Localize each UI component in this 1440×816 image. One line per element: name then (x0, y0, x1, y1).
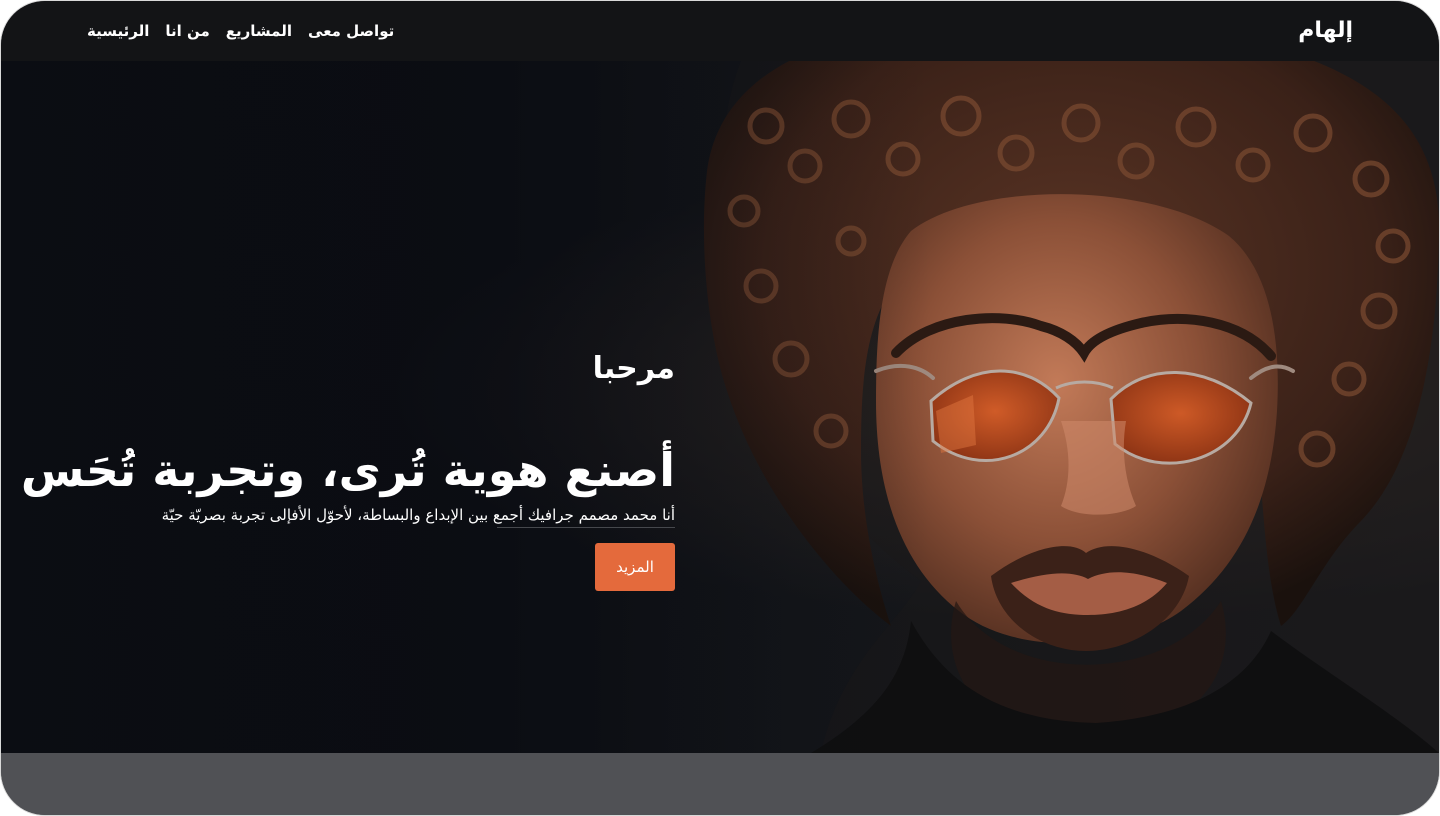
hero-headline: أصنع هوية تُرى، وتجربة تُحَس (20, 442, 675, 497)
nav-contact-link[interactable]: تواصل معى (308, 19, 394, 43)
hero-divider (497, 527, 675, 528)
portrait-photo-icon (1, 61, 1439, 753)
nav-projects-link[interactable]: المشاريع (226, 19, 292, 43)
site-logo-text[interactable]: إلهام (1298, 15, 1353, 47)
nav-home-link[interactable]: الرئيسية (87, 19, 149, 43)
site-header: إلهام الرئيسية من انا المشاريع تواصل معى (1, 1, 1439, 61)
next-section-preview (1, 753, 1439, 815)
browser-viewport: إلهام الرئيسية من انا المشاريع تواصل معى (1, 1, 1439, 815)
main-navigation: الرئيسية من انا المشاريع تواصل معى (87, 19, 394, 43)
hero-intro-text: أنا محمد مصمم جرافيك أجمع بين الإبداع وا… (161, 506, 675, 524)
nav-about-link[interactable]: من انا (165, 19, 209, 43)
hero-greeting: مرحبا (592, 351, 675, 386)
hero-section: مرحبا أصنع هوية تُرى، وتجربة تُحَس أنا م… (1, 61, 1439, 753)
more-button[interactable]: المزيد (595, 543, 675, 591)
